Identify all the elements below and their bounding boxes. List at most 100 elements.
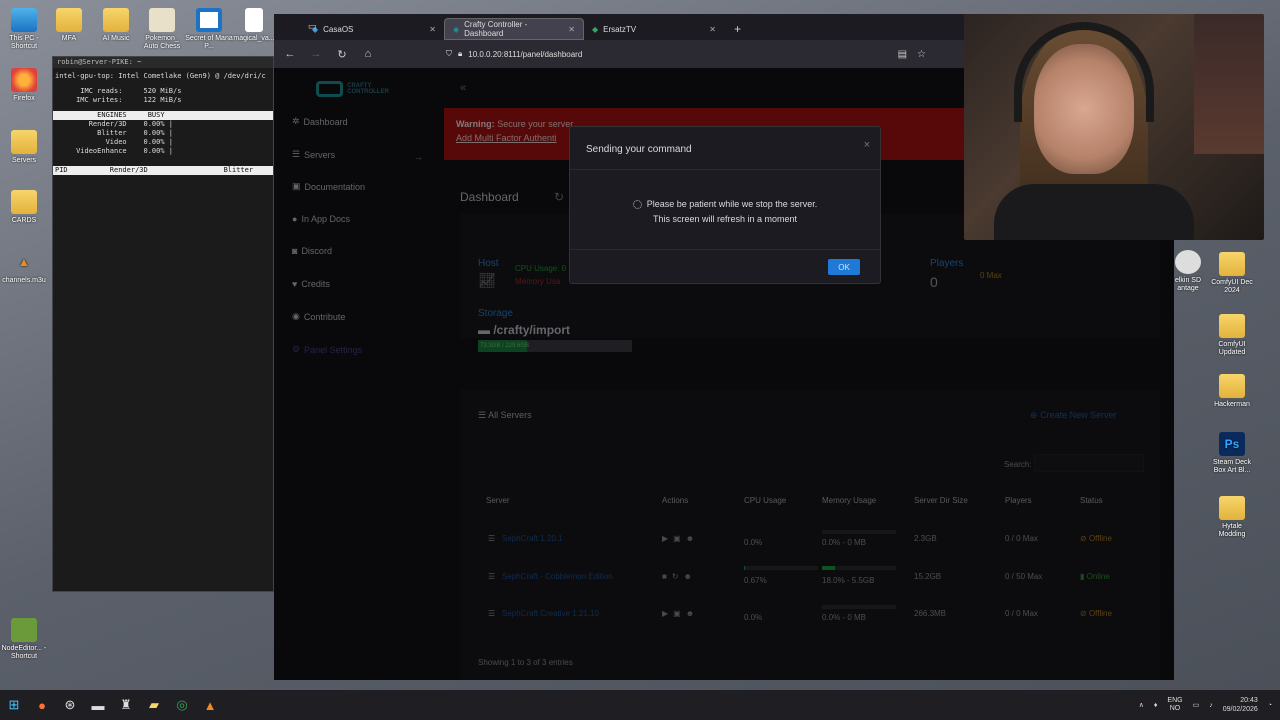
ok-button[interactable]: OK [828, 259, 860, 275]
desktop-icon-label: Pokemon_ Auto Chess [143, 35, 181, 50]
desktop-icon-label: Servers [11, 157, 37, 164]
modal-body: Please be patient while we stop the serv… [570, 197, 880, 227]
desktop-icon-channels[interactable]: ▲ channels.m3u [0, 250, 48, 285]
url-bar[interactable]: ⛉ 🔒︎ 10.0.0.20:8111/panel/dashboard ▤ ☆ [446, 49, 926, 60]
terminal-title: robin@Server-PIKE: ~ [53, 57, 273, 68]
chrome-icon[interactable]: ◎ [168, 690, 196, 720]
desktop-icon-label: NodeEditor... - Shortcut [1, 645, 47, 660]
app-icon [149, 8, 175, 32]
lock-icon[interactable]: 🔒︎ [458, 49, 462, 59]
desktop-icon-label: Steam Deck Box Art Bl... [1212, 459, 1252, 474]
lang-top: ENG [1167, 697, 1183, 704]
tray-overflow-icon[interactable]: ∧ [1139, 701, 1144, 709]
folder-icon [1219, 496, 1245, 520]
folder-icon [103, 8, 129, 32]
desktop-icon-servers[interactable]: Servers [0, 130, 48, 165]
person-shirt [994, 184, 1194, 240]
ersatztv-icon: ◆ [592, 24, 599, 34]
vlc-icon[interactable]: ▲ [196, 690, 224, 720]
desktop-icon-label: ComfyUI Updated [1218, 341, 1246, 356]
bookmark-star-icon[interactable]: ☆ [917, 49, 926, 60]
desktop-icon-comfyui-updated[interactable]: ComfyUI Updated [1208, 314, 1256, 357]
tab-ersatztv[interactable]: ◆ ErsatzTV ✕ [584, 18, 724, 40]
terminal-window[interactable]: robin@Server-PIKE: ~ intel-gpu-top: Inte… [52, 56, 274, 592]
modal-divider [570, 169, 880, 170]
background-shelf [1194, 14, 1264, 154]
reader-icon[interactable]: ▤ [898, 49, 907, 60]
forward-icon[interactable]: → [308, 48, 324, 60]
desktop-icon-this-pc[interactable]: This PC - Shortcut [0, 8, 48, 51]
url-text[interactable]: 10.0.0.20:8111/panel/dashboard [468, 50, 582, 59]
tab-label: Crafty Controller - Dashboard [464, 20, 528, 38]
desktop-icon-label: elkin SD antage [1174, 277, 1202, 292]
webcam-overlay [964, 14, 1264, 240]
desktop-icon-pokemon[interactable]: Pokemon_ Auto Chess [138, 8, 186, 51]
desktop-icon-nodeeditor[interactable]: NodeEditor... - Shortcut [0, 618, 48, 661]
desktop-icon-mfa[interactable]: MFA [45, 8, 93, 43]
desktop-icon-label: Secret of Mana P... [185, 35, 233, 50]
desktop-icon-label: This PC - Shortcut [9, 35, 39, 50]
close-icon[interactable]: ✕ [709, 25, 716, 34]
desktop-icon-firefox[interactable]: Firefox [0, 68, 48, 103]
photoshop-icon: Ps [1219, 432, 1245, 456]
modal-title: Sending your command [586, 144, 692, 155]
back-icon[interactable]: ← [282, 48, 298, 60]
network-icon[interactable]: ▭ [1193, 701, 1200, 709]
tab-casaos[interactable]: ◆ CasaOS ✕ [304, 18, 444, 40]
home-icon[interactable]: ⌂ [360, 48, 376, 60]
desktop-icon-magical[interactable]: magical_va... [230, 8, 278, 43]
new-tab-button[interactable]: + [724, 18, 751, 40]
folder-icon [11, 130, 37, 154]
desktop-icon-steam-deck[interactable]: Ps Steam Deck Box Art Bl... [1208, 432, 1256, 475]
windows-start-icon[interactable]: ⊞ [0, 690, 28, 720]
tab-label: ErsatzTV [603, 24, 637, 34]
firefox-icon[interactable]: ● [28, 690, 56, 720]
desktop-icon-comfyui-dec[interactable]: ComfyUI Dec 2024 [1208, 252, 1256, 295]
desktop-icon-ai-music[interactable]: AI Music [92, 8, 140, 43]
close-icon[interactable]: × [864, 139, 870, 151]
desktop-icon-label: Hackerman [1214, 401, 1250, 408]
close-icon[interactable]: ✕ [568, 25, 575, 34]
desktop-icon-label: Firefox [13, 95, 35, 102]
terminal-imc-writes: IMC writes: 122 MiB/s [55, 96, 182, 104]
folder-icon [11, 190, 37, 214]
folder-icon [1219, 314, 1245, 338]
system-tray: ∧ ♦ ENG NO ▭ ♪ 20:43 09/02/2026 ◔ [1139, 696, 1280, 714]
desktop-icon-cards[interactable]: CARDS [0, 190, 48, 225]
vlc-icon: ▲ [18, 255, 30, 269]
terminal-engine-row: Blitter 0.00% | [55, 129, 174, 137]
desktop-icon-label: channels.m3u [2, 277, 46, 284]
tab-list-icon[interactable]: ▭ [308, 21, 317, 32]
desktop-icon-hackerman[interactable]: Hackerman [1208, 374, 1256, 409]
crafty-icon: ◆ [453, 24, 460, 34]
close-icon[interactable]: ✕ [429, 25, 436, 34]
reload-icon[interactable]: ↻ [334, 48, 350, 61]
usb-icon[interactable]: ♦ [1154, 702, 1158, 709]
desktop-icon-label: Hytale Modding [1218, 523, 1246, 538]
terminal-icon[interactable]: ▬ [84, 690, 112, 720]
notification-bell-icon[interactable]: ◔ [1268, 702, 1272, 709]
terminal-imc-reads: IMC reads: 520 MiB/s [55, 87, 182, 95]
clock-time: 20:43 [1240, 697, 1258, 704]
firefox-icon [11, 68, 37, 92]
clock-date: 09/02/2026 [1222, 706, 1258, 713]
desktop-icon-label: AI Music [102, 35, 130, 42]
lang-bottom: NO [1169, 705, 1181, 712]
steam-icon[interactable]: ⊛ [56, 690, 84, 720]
app-icon [11, 618, 37, 642]
tab-crafty-dashboard[interactable]: ◆ Crafty Controller - Dashboard ✕ [444, 18, 584, 40]
volume-icon[interactable]: ♪ [1209, 702, 1213, 709]
folder-icon [1219, 374, 1245, 398]
modal-message-line1: Please be patient while we stop the serv… [646, 199, 818, 209]
terminal-engine-row: Video 0.00% | [55, 138, 174, 146]
language-indicator[interactable]: ENG NO [1167, 697, 1182, 713]
terminal-engines-header: ENGINES BUSY [53, 111, 273, 120]
clock[interactable]: 20:43 09/02/2026 [1223, 696, 1258, 714]
terminal-process-header: PID Render/3D Blitter [53, 166, 273, 175]
desktop-icon-hytale[interactable]: Hytale Modding [1208, 496, 1256, 539]
shield-icon[interactable]: ⛉ [446, 49, 452, 59]
file-explorer-icon[interactable]: ▰ [140, 690, 168, 720]
task-manager-icon[interactable]: ♜ [112, 690, 140, 720]
desktop-icon-secret-of-mana[interactable]: Secret of Mana P... [185, 8, 233, 51]
desktop-icon-elkin[interactable]: elkin SD antage [1168, 250, 1208, 293]
